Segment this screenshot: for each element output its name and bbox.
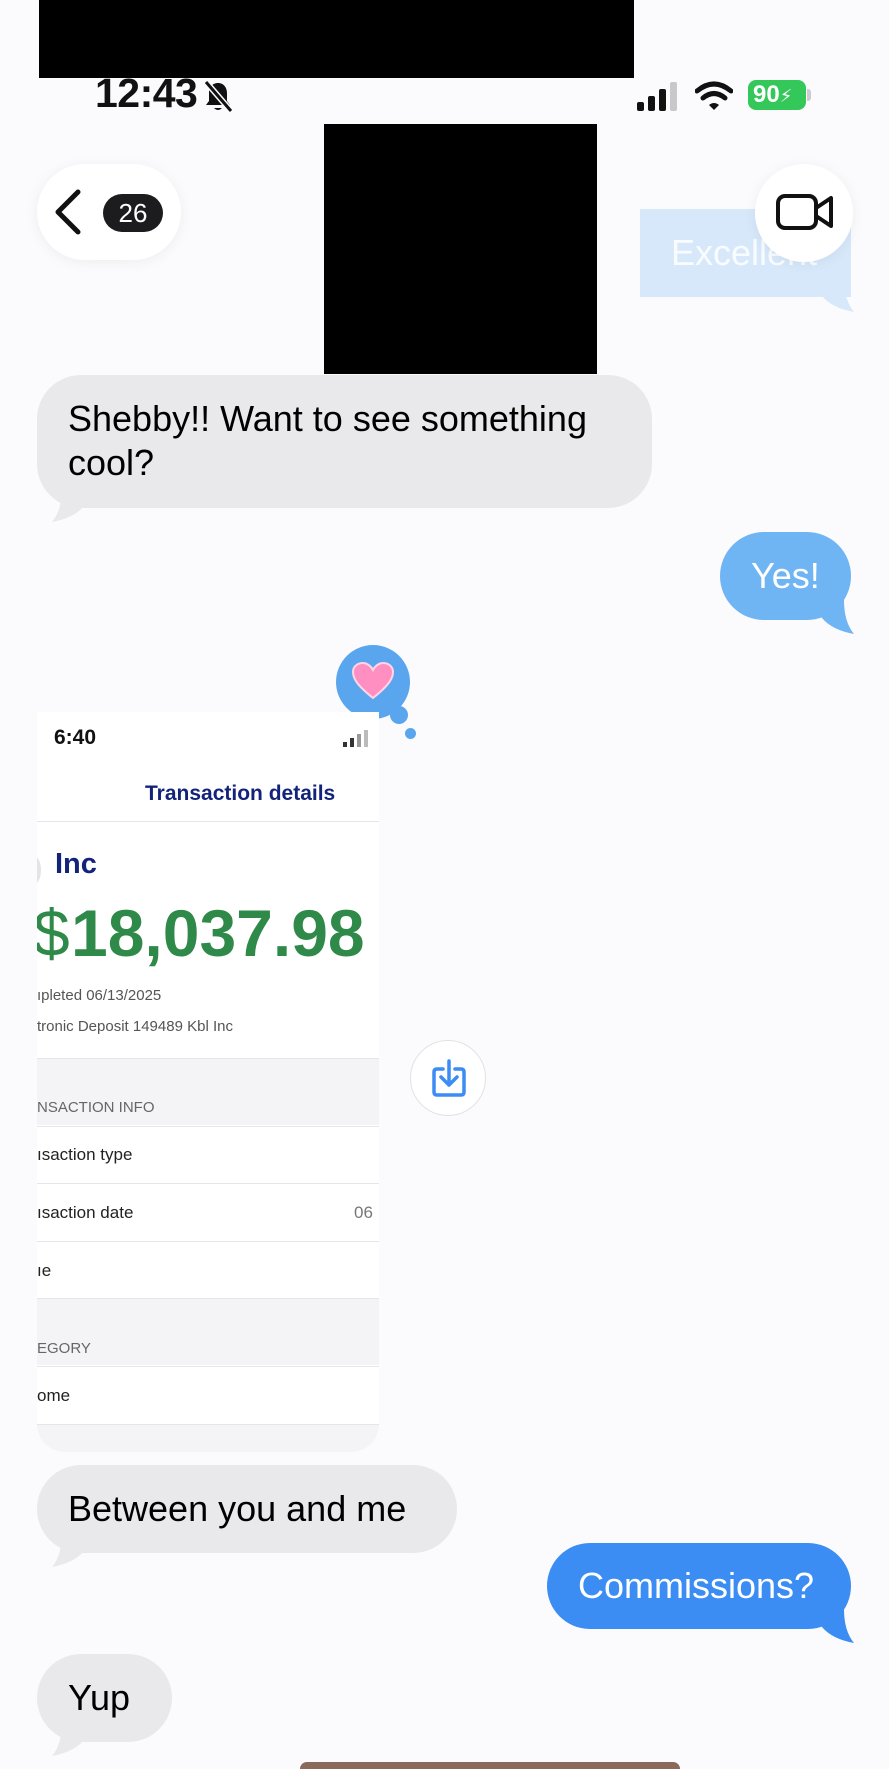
divider (37, 1126, 379, 1127)
section-transaction-info: NSACTION INFO (37, 1099, 155, 1116)
attachment-footer (37, 1425, 379, 1452)
row-transaction-date-value: 06 (354, 1203, 373, 1222)
redacted-contact-avatar (324, 124, 597, 374)
message-text: Shebby!! Want to see something cool? (68, 398, 587, 483)
heart-icon (352, 662, 394, 700)
row-transaction-date: ısaction date (37, 1203, 134, 1222)
bubble-tail (52, 1533, 88, 1567)
status-time: 12:43 (95, 70, 198, 116)
bubble-tail (52, 1722, 88, 1756)
wifi-icon (695, 81, 733, 110)
payer-name: Inc (55, 848, 97, 880)
redacted-top-bar (39, 0, 634, 78)
bubble-tail (818, 1609, 854, 1643)
save-attachment-button[interactable] (410, 1040, 486, 1116)
divider (37, 1058, 379, 1059)
attachment-title: Transaction details (145, 782, 336, 805)
next-image-attachment[interactable] (300, 1762, 680, 1769)
reaction-bubble-dot (390, 706, 408, 724)
video-camera-icon (776, 194, 833, 230)
message-text: Yup (68, 1677, 131, 1718)
chevron-left-icon (55, 189, 81, 235)
screenshot-attachment[interactable]: 6:40 Transaction details Inc $ 18,037.98… (37, 712, 379, 1452)
row-transaction-type: ısaction type (37, 1145, 133, 1164)
message-bubble-sent[interactable]: Commissions? (547, 1543, 851, 1629)
message-bubble-received[interactable]: Shebby!! Want to see something cool? (37, 375, 652, 508)
bubble-tail (818, 600, 854, 634)
divider (37, 1366, 379, 1367)
attachment-signal-icon (343, 730, 368, 747)
bubble-tail (52, 488, 88, 522)
message-text: Commissions? (578, 1565, 815, 1606)
completed-date: ıpleted 06/13/2025 (37, 987, 162, 1004)
bell-slash-icon (203, 80, 234, 113)
divider (37, 1241, 379, 1242)
battery-level: 90 (753, 81, 780, 108)
row-name: ıe (37, 1261, 52, 1280)
bubble-tail (818, 278, 854, 312)
cellular-signal-icon (637, 82, 677, 111)
amount-value: 18,037.98 (71, 896, 365, 970)
reaction-bubble-dot (405, 728, 416, 739)
message-text: Between you and me (68, 1488, 407, 1529)
unread-count-badge: 26 (103, 194, 163, 232)
divider (37, 1183, 379, 1184)
divider (37, 821, 379, 822)
message-text: Yes! (751, 555, 820, 596)
section-category: EGORY (37, 1340, 91, 1357)
download-icon (432, 1059, 466, 1097)
message-bubble-received[interactable]: Between you and me (37, 1465, 457, 1553)
amount-dollar-sign: $ (37, 896, 70, 970)
row-category: ome (37, 1386, 71, 1405)
payer-logo (37, 856, 41, 884)
attachment-time: 6:40 (54, 726, 97, 749)
deposit-description: tronic Deposit 149489 Kbl Inc (37, 1018, 233, 1035)
battery-indicator: 90⚡ (748, 80, 806, 110)
battery-tip (807, 89, 811, 101)
